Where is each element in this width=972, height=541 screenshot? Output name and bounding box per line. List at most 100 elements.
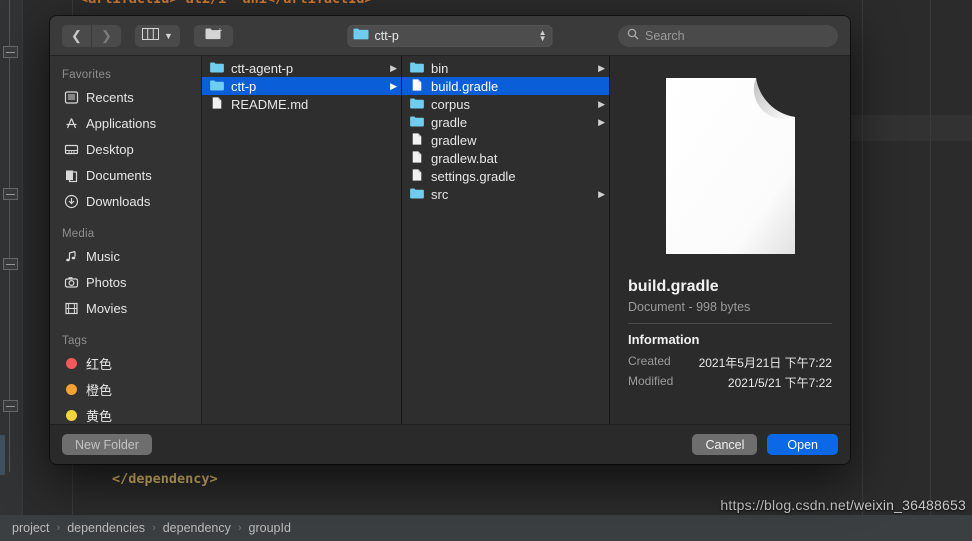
file-column-2[interactable]: bin ▶ build.gradle corpus ▶ gradle ▶ gra… [402, 56, 610, 424]
stepper-down-icon: ▼ [538, 33, 547, 43]
document-file-icon [410, 150, 424, 166]
sidebar-item-downloads[interactable]: Downloads [50, 188, 201, 214]
preview-info-key: Modified [628, 374, 674, 388]
code-fold-marker[interactable] [3, 46, 18, 58]
file-row[interactable]: ctt-p ▶ [202, 77, 401, 95]
code-fold-marker[interactable] [3, 400, 18, 412]
file-row[interactable]: README.md [202, 95, 401, 113]
file-row[interactable]: gradlew [402, 131, 609, 149]
file-row[interactable]: bin ▶ [402, 59, 609, 77]
orange-tag-dot-icon [64, 383, 86, 395]
folder-icon [410, 187, 424, 202]
breadcrumb-separator-icon: › [56, 522, 61, 534]
breadcrumb-item[interactable]: project [12, 521, 50, 535]
file-column-1[interactable]: ctt-agent-p ▶ ctt-p ▶ README.md [202, 56, 402, 424]
svg-text:+: + [217, 27, 222, 35]
path-popup-button[interactable]: ctt-p ▲ ▼ [347, 24, 553, 47]
sidebar: Favorites Recents Applications Desktop D… [50, 56, 202, 424]
file-name: corpus [431, 96, 471, 112]
forward-button[interactable]: ❯ [91, 24, 121, 47]
file-name: ctt-agent-p [231, 60, 294, 76]
file-name: README.md [231, 96, 309, 112]
new-folder-button-footer[interactable]: New Folder [62, 434, 152, 455]
sidebar-item-desktop[interactable]: Desktop [50, 136, 201, 162]
file-name: gradle [431, 114, 468, 130]
file-name: gradlew.bat [431, 150, 498, 166]
file-name: settings.gradle [431, 168, 516, 184]
file-name: build.gradle [431, 78, 499, 94]
search-placeholder: Search [645, 28, 685, 43]
file-row[interactable]: corpus ▶ [402, 95, 609, 113]
search-field[interactable]: Search [618, 24, 838, 47]
document-file-icon [410, 78, 424, 94]
sidebar-item-label: 红色 [86, 356, 113, 372]
preview-info-row: Created 2021年5月21日 下午7:22 [628, 354, 832, 371]
file-row[interactable]: build.gradle [402, 77, 609, 95]
document-file-icon [410, 168, 424, 184]
file-row[interactable]: gradle ▶ [402, 113, 609, 131]
file-row[interactable]: gradlew.bat [402, 149, 609, 167]
sidebar-item-label: Applications [86, 115, 157, 131]
stepper-icon: ▲ ▼ [538, 28, 547, 43]
file-name: ctt-p [231, 78, 257, 94]
desktop-icon [64, 142, 86, 157]
file-name: bin [431, 60, 449, 76]
file-row[interactable]: src ▶ [402, 185, 609, 203]
downloads-icon [64, 194, 86, 209]
code-line: </dependency> [112, 471, 218, 487]
file-row[interactable]: ctt-agent-p ▶ [202, 59, 401, 77]
red-tag-dot-icon [64, 357, 86, 369]
preview-section-title: Information [628, 332, 700, 347]
sidebar-section-header: Favorites [62, 69, 112, 81]
sidebar-item-documents[interactable]: Documents [50, 162, 201, 188]
open-button[interactable]: Open [767, 434, 838, 455]
dialog-footer: New Folder Cancel Open [50, 424, 850, 464]
new-folder-button[interactable]: + [193, 24, 233, 47]
sidebar-item-photos[interactable]: Photos [50, 269, 201, 295]
folder-icon [353, 27, 369, 45]
sidebar-item-label: Downloads [86, 193, 151, 209]
folder-icon [210, 61, 224, 76]
code-fold-marker[interactable] [3, 258, 18, 270]
breadcrumb-separator-icon: › [152, 522, 156, 534]
sidebar-item-tag-red[interactable]: 红色 [50, 350, 201, 376]
column-view-icon [142, 27, 159, 45]
sidebar-item-tag-orange[interactable]: 橙色 [50, 376, 201, 402]
sidebar-item-music[interactable]: Music [50, 243, 201, 269]
breadcrumb-item[interactable]: dependencies [67, 521, 145, 535]
editor-gutter [0, 0, 23, 515]
preview-info-value: 2021/5/21 下午7:22 [727, 376, 832, 390]
disclosure-arrow-icon: ▶ [598, 188, 605, 199]
view-mode-button[interactable]: ▼ [135, 24, 180, 47]
folder-icon [410, 61, 424, 76]
preview-info-row: Modified 2021/5/21 下午7:22 [628, 374, 832, 391]
sidebar-section-header: Tags [62, 335, 88, 347]
preview-info-key: Created [628, 354, 671, 368]
navigation-segmented-control: ❮ ❯ [62, 24, 121, 47]
search-icon [627, 27, 639, 45]
cancel-button[interactable]: Cancel [692, 434, 758, 455]
breadcrumb-item[interactable]: groupId [249, 521, 291, 535]
sidebar-item-tag-yellow[interactable]: 黄色 [50, 402, 201, 424]
preview-pane: build.gradle Document - 998 bytes Inform… [610, 56, 850, 424]
sidebar-item-recents[interactable]: Recents [50, 84, 201, 110]
file-name: src [431, 186, 449, 202]
disclosure-arrow-icon: ▶ [390, 80, 397, 91]
back-button[interactable]: ❮ [62, 24, 91, 47]
file-row[interactable]: settings.gradle [402, 167, 609, 185]
disclosure-arrow-icon: ▶ [598, 98, 605, 109]
path-popup-label: ctt-p [374, 28, 399, 43]
document-file-icon [410, 132, 424, 148]
new-folder-icon: + [205, 26, 223, 45]
sidebar-item-applications[interactable]: Applications [50, 110, 201, 136]
preview-info-value: 2021年5月21日 下午7:22 [698, 356, 832, 370]
folder-icon [410, 115, 424, 130]
sidebar-item-movies[interactable]: Movies [50, 295, 201, 321]
code-fold-marker[interactable] [3, 188, 18, 200]
divider [628, 323, 832, 324]
breadcrumb-item[interactable]: dependency [163, 521, 231, 535]
file-name: gradlew [431, 132, 477, 148]
browser-columns: Favorites Recents Applications Desktop D… [50, 56, 850, 424]
watermark-url: https://blog.csdn.net/weixin_36488653 [720, 497, 966, 513]
code-line: <artifactId>-al£/i ani</artifactId> [80, 0, 373, 12]
